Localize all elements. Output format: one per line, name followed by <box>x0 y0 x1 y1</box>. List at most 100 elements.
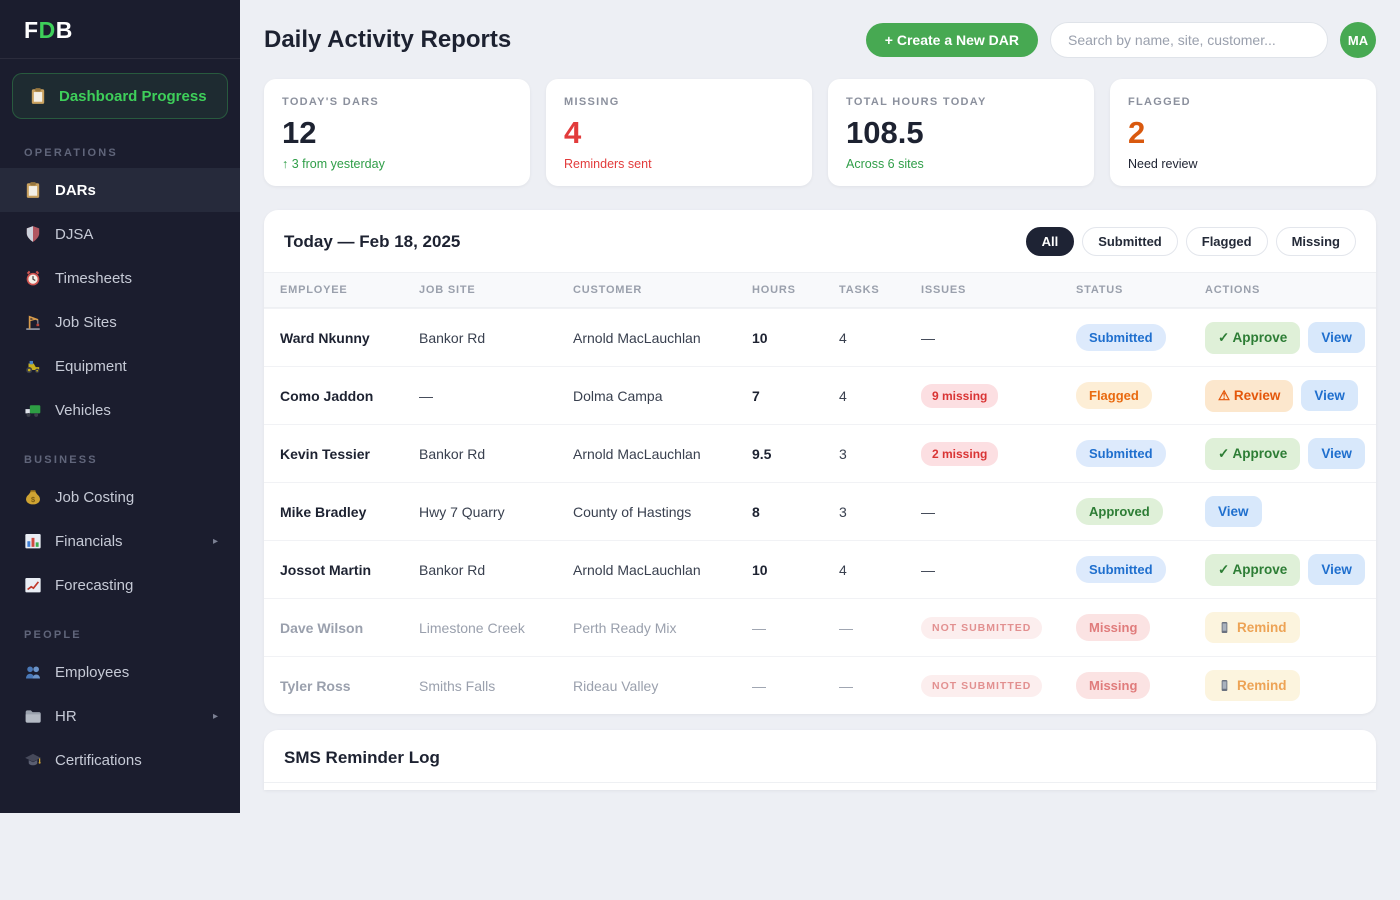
stat-label: TODAY'S DARS <box>282 96 512 108</box>
stat-label: MISSING <box>564 96 794 108</box>
chevron-right-icon: ▸ <box>213 711 218 722</box>
stat-subtext: Reminders sent <box>564 157 794 171</box>
filter-all[interactable]: All <box>1026 227 1075 256</box>
stat-value: 108.5 <box>846 115 1076 151</box>
sidebar-item-label: Job Costing <box>55 489 134 506</box>
stat-label: TOTAL HOURS TODAY <box>846 96 1076 108</box>
stat-cards-row: TODAY'S DARS 12 ↑ 3 from yesterday MISSI… <box>264 79 1376 186</box>
main-content: Daily Activity Reports + Create a New DA… <box>240 0 1400 813</box>
svg-text:$: $ <box>31 495 35 504</box>
sidebar: FDB Dashboard Progress OPERATIONS DARs D… <box>0 0 240 813</box>
status-badge: Flagged <box>1076 382 1152 409</box>
table-row: Ward Nkunny Bankor Rd Arnold MacLauchlan… <box>264 308 1376 366</box>
hours-cell: 10 <box>752 330 839 346</box>
sidebar-item-equipment[interactable]: Equipment <box>0 344 240 388</box>
filter-submitted[interactable]: Submitted <box>1082 227 1178 256</box>
sidebar-item-label: Certifications <box>55 752 142 769</box>
review-button[interactable]: ⚠ Review <box>1205 380 1293 412</box>
app-window: FDB Dashboard Progress OPERATIONS DARs D… <box>0 0 1400 813</box>
customer-cell: County of Hastings <box>573 504 752 520</box>
stat-value: 12 <box>282 115 512 151</box>
stat-label: FLAGGED <box>1128 96 1358 108</box>
table-title: Today — Feb 18, 2025 <box>284 232 460 252</box>
dashboard-progress-button[interactable]: Dashboard Progress <box>12 73 228 119</box>
sidebar-item-label: Job Sites <box>55 314 117 331</box>
issues-badge: NOT SUBMITTED <box>921 675 1042 697</box>
tasks-cell: 3 <box>839 446 921 462</box>
search-input[interactable] <box>1050 22 1328 58</box>
line-chart-icon <box>24 576 42 594</box>
table-column-headers: EMPLOYEE JOB SITE CUSTOMER HOURS TASKS I… <box>264 272 1376 308</box>
crane-icon <box>24 313 42 331</box>
tasks-cell: 4 <box>839 562 921 578</box>
remind-label: Remind <box>1237 620 1287 635</box>
employee-name: Jossot Martin <box>280 562 419 578</box>
table-row: Jossot Martin Bankor Rd Arnold MacLauchl… <box>264 540 1376 598</box>
sidebar-item-dars[interactable]: DARs <box>0 168 240 212</box>
customer-cell: Arnold MacLauchlan <box>573 330 752 346</box>
filter-missing[interactable]: Missing <box>1276 227 1356 256</box>
row-actions: ✓ Approve View <box>1205 438 1376 470</box>
issues-cell: — <box>921 562 1076 578</box>
status-badge: Submitted <box>1076 324 1166 351</box>
remind-label: Remind <box>1237 678 1287 693</box>
sidebar-item-djsa[interactable]: DJSA <box>0 212 240 256</box>
hours-cell: 9.5 <box>752 446 839 462</box>
chevron-right-icon: ▸ <box>213 536 218 547</box>
customer-cell: Dolma Campa <box>573 388 752 404</box>
section-label-operations: OPERATIONS <box>0 125 240 168</box>
filter-flagged[interactable]: Flagged <box>1186 227 1268 256</box>
folder-icon <box>24 707 42 725</box>
user-avatar[interactable]: MA <box>1340 22 1376 58</box>
sms-reminder-log-card: SMS Reminder Log <box>264 730 1376 790</box>
tasks-cell: 4 <box>839 330 921 346</box>
sidebar-item-hr[interactable]: HR ▸ <box>0 694 240 738</box>
approve-button[interactable]: ✓ Approve <box>1205 322 1300 354</box>
filter-pills: All Submitted Flagged Missing <box>1026 227 1356 256</box>
create-dar-button[interactable]: + Create a New DAR <box>866 23 1038 57</box>
table-row: Dave Wilson Limestone Creek Perth Ready … <box>264 598 1376 656</box>
view-button[interactable]: View <box>1308 322 1365 353</box>
sidebar-item-employees[interactable]: Employees <box>0 650 240 694</box>
view-button[interactable]: View <box>1301 380 1358 411</box>
dar-table-card: Today — Feb 18, 2025 All Submitted Flagg… <box>264 210 1376 714</box>
row-actions: Remind <box>1205 670 1376 701</box>
tasks-cell: 4 <box>839 388 921 404</box>
sidebar-item-job-sites[interactable]: Job Sites <box>0 300 240 344</box>
sidebar-item-label: Financials <box>55 533 123 550</box>
stat-card-missing: MISSING 4 Reminders sent <box>546 79 812 186</box>
view-button[interactable]: View <box>1205 496 1262 527</box>
sidebar-item-certifications[interactable]: Certifications <box>0 738 240 782</box>
status-badge: Submitted <box>1076 440 1166 467</box>
sidebar-item-vehicles[interactable]: Vehicles <box>0 388 240 432</box>
app-logo: FDB <box>0 0 240 59</box>
sidebar-item-timesheets[interactable]: Timesheets <box>0 256 240 300</box>
employee-name: Como Jaddon <box>280 388 419 404</box>
remind-button[interactable]: Remind <box>1205 612 1300 643</box>
remind-button[interactable]: Remind <box>1205 670 1300 701</box>
issues-badge: NOT SUBMITTED <box>921 617 1042 639</box>
section-label-people: PEOPLE <box>0 607 240 650</box>
table-row: Tyler Ross Smiths Falls Rideau Valley — … <box>264 656 1376 714</box>
stat-card-total-hours: TOTAL HOURS TODAY 108.5 Across 6 sites <box>828 79 1094 186</box>
issues-cell: — <box>921 330 1076 346</box>
issues-badge: 2 missing <box>921 442 998 466</box>
issues-cell: — <box>921 504 1076 520</box>
tractor-icon <box>24 357 42 375</box>
sidebar-item-label: Forecasting <box>55 577 133 594</box>
sidebar-item-financials[interactable]: Financials ▸ <box>0 519 240 563</box>
column-header-actions: ACTIONS <box>1205 284 1376 296</box>
tasks-cell: 3 <box>839 504 921 520</box>
view-button[interactable]: View <box>1308 438 1365 469</box>
sidebar-item-job-costing[interactable]: $ Job Costing <box>0 475 240 519</box>
table-row: Kevin Tessier Bankor Rd Arnold MacLauchl… <box>264 424 1376 482</box>
column-header-customer: CUSTOMER <box>573 284 752 296</box>
view-button[interactable]: View <box>1308 554 1365 585</box>
approve-button[interactable]: ✓ Approve <box>1205 438 1300 470</box>
job-site-cell: — <box>419 388 573 404</box>
sidebar-item-forecasting[interactable]: Forecasting <box>0 563 240 607</box>
stat-value: 2 <box>1128 115 1358 151</box>
approve-button[interactable]: ✓ Approve <box>1205 554 1300 586</box>
hours-cell: 10 <box>752 562 839 578</box>
hours-cell: 8 <box>752 504 839 520</box>
